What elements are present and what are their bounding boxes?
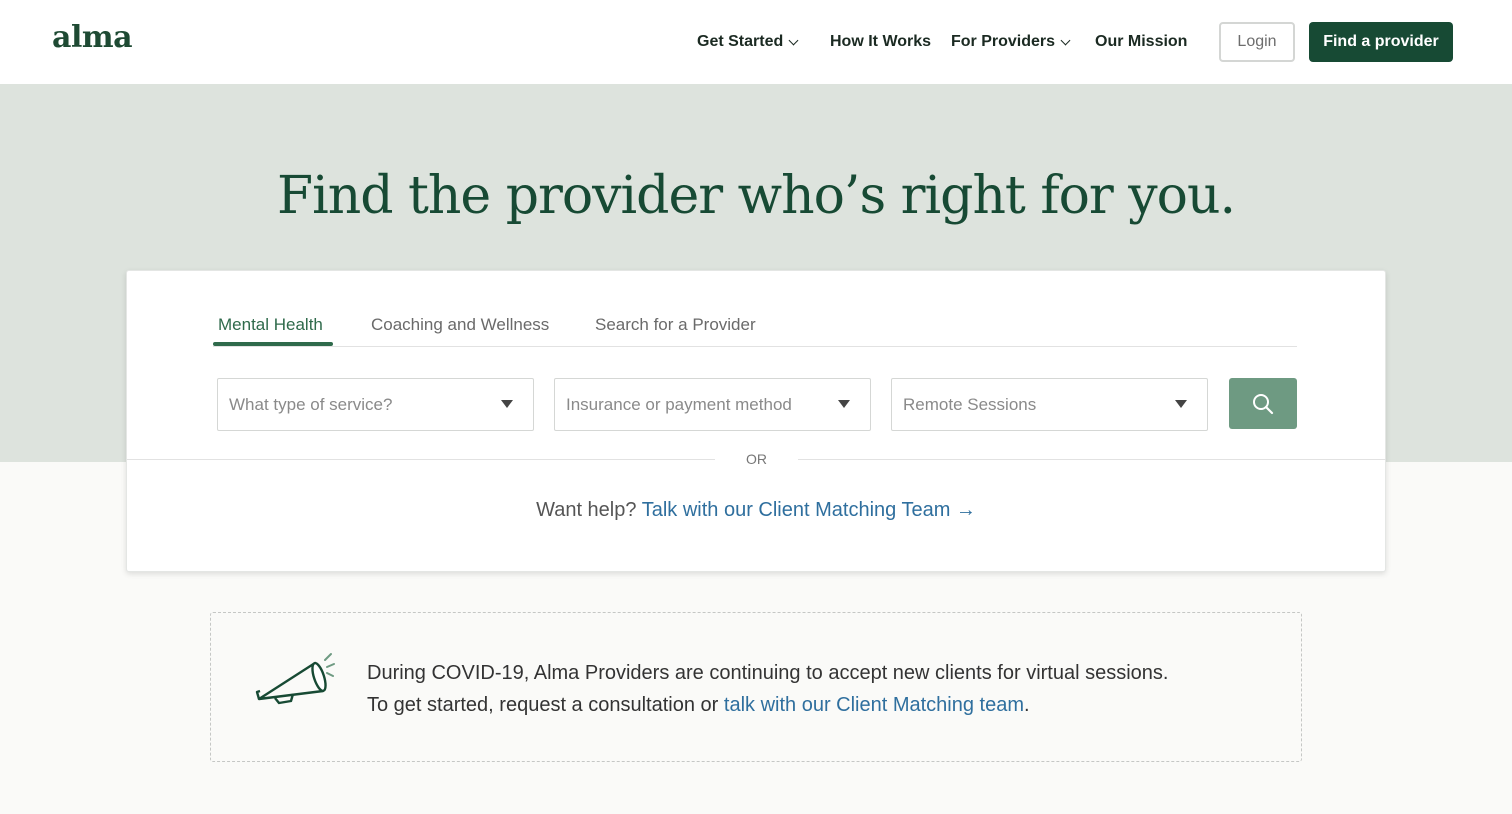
notice-line-2: To get started, request a consultation o… bbox=[367, 689, 1168, 721]
caret-down-icon bbox=[838, 400, 850, 408]
search-card: Mental Health Coaching and Wellness Sear… bbox=[126, 270, 1386, 572]
help-prefix: Want help? bbox=[536, 499, 637, 521]
notice-text: During COVID-19, Alma Providers are cont… bbox=[367, 657, 1168, 721]
nav-get-started-label: Get Started bbox=[697, 33, 784, 50]
nav-our-mission[interactable]: Our Mission bbox=[1095, 30, 1187, 54]
nav-for-providers-label: For Providers bbox=[951, 33, 1056, 50]
tabs-divider bbox=[213, 346, 1297, 347]
active-tab-indicator bbox=[213, 342, 333, 346]
find-provider-button[interactable]: Find a provider bbox=[1309, 22, 1453, 62]
nav-how-it-works[interactable]: How It Works bbox=[830, 30, 931, 54]
hero-title: Find the provider who’s right for you. bbox=[277, 166, 1236, 226]
chevron-down-icon bbox=[788, 35, 799, 45]
alma-logo[interactable]: alma bbox=[52, 20, 133, 55]
client-matching-link[interactable]: Talk with our Client Matching Team → bbox=[642, 499, 976, 521]
nav-how-it-works-label: How It Works bbox=[830, 33, 932, 50]
remote-sessions-placeholder: Remote Sessions bbox=[903, 395, 1037, 414]
tab-coaching-and-wellness[interactable]: Coaching and Wellness bbox=[371, 315, 549, 335]
covid-notice: During COVID-19, Alma Providers are cont… bbox=[210, 612, 1302, 762]
remote-sessions-select[interactable]: Remote Sessions bbox=[891, 378, 1208, 431]
nav-for-providers[interactable]: For Providers bbox=[951, 30, 1071, 54]
service-type-placeholder: What type of service? bbox=[229, 395, 393, 414]
service-type-select[interactable]: What type of service? bbox=[217, 378, 534, 431]
notice-client-matching-link[interactable]: talk with our Client Matching team bbox=[724, 694, 1024, 716]
notice-line-1: During COVID-19, Alma Providers are cont… bbox=[367, 662, 1169, 684]
caret-down-icon bbox=[501, 400, 513, 408]
insurance-select[interactable]: Insurance or payment method bbox=[554, 378, 871, 431]
site-header: alma Get Started How It Works For Provid… bbox=[0, 0, 1512, 84]
notice-line-2-suffix: . bbox=[1024, 694, 1030, 716]
or-label: OR bbox=[746, 451, 767, 467]
notice-line-2-prefix: To get started, request a consultation o… bbox=[367, 694, 719, 716]
search-icon bbox=[1253, 393, 1274, 414]
help-line: Want help? Talk with our Client Matching… bbox=[127, 499, 1385, 522]
megaphone-icon bbox=[255, 653, 335, 705]
or-divider-right bbox=[798, 459, 1386, 460]
nav-get-started[interactable]: Get Started bbox=[697, 30, 799, 54]
chevron-down-icon bbox=[1060, 35, 1071, 45]
search-button[interactable] bbox=[1229, 378, 1297, 429]
insurance-placeholder: Insurance or payment method bbox=[566, 395, 792, 414]
tab-mental-health[interactable]: Mental Health bbox=[218, 315, 323, 335]
login-button[interactable]: Login bbox=[1219, 22, 1295, 62]
tab-search-for-provider[interactable]: Search for a Provider bbox=[595, 315, 756, 335]
caret-down-icon bbox=[1175, 400, 1187, 408]
nav-our-mission-label: Our Mission bbox=[1095, 33, 1188, 50]
or-divider-left bbox=[127, 459, 715, 460]
